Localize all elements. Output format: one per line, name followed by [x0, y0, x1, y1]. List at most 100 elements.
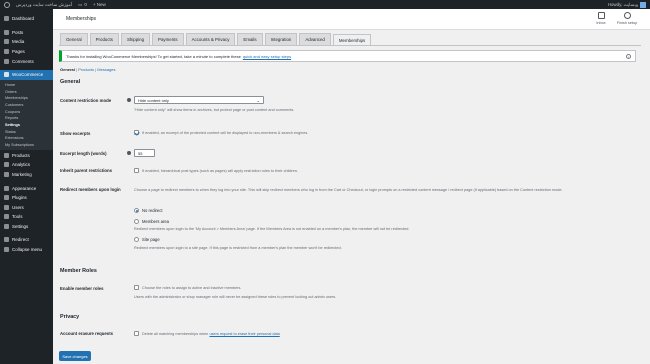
sidebar-item-settings[interactable]: Settings	[0, 222, 53, 232]
tab-integration[interactable]: Integration	[264, 33, 298, 45]
sidebar-item-label: Pages	[12, 49, 25, 55]
site-name-link[interactable]: آموزش ساخت سایت وردپرس	[16, 2, 72, 8]
tab-payments[interactable]: Payments	[152, 33, 184, 45]
members-area-radio[interactable]	[134, 219, 139, 225]
redirect-option-site-page: Site page	[134, 237, 160, 243]
comment-icon	[4, 58, 9, 64]
tab-accounts-privacy[interactable]: Accounts & Privacy	[185, 33, 236, 45]
inbox-icon	[597, 12, 605, 19]
howdy-text: Howdy, وبسایت	[607, 1, 638, 7]
sidebar-item-appearance[interactable]: Appearance	[0, 183, 53, 193]
redirect-option-none: No redirect	[134, 208, 163, 214]
restriction-mode-description: "Hide content only" will show items in a…	[134, 108, 295, 112]
sidebar-item-label: Appearance	[12, 185, 37, 191]
members-area-description: Redirect members upon login to the 'My A…	[134, 227, 410, 231]
submenu-item-reports[interactable]: Reports	[0, 115, 53, 122]
submenu-item-status[interactable]: Status	[0, 128, 53, 135]
tab-emails[interactable]: Emails	[237, 33, 263, 45]
sidebar-item-pages[interactable]: Pages	[0, 47, 53, 57]
submenu-item-memberships[interactable]: Memberships	[0, 95, 53, 102]
restriction-mode-label: Content restriction mode	[60, 98, 112, 103]
erase-personal-data-link[interactable]: users request to erase their personal da…	[209, 332, 279, 336]
woocommerce-submenu: Home Orders Memberships Customers Coupon…	[0, 79, 53, 151]
finish-setup-button[interactable]: Finish setup	[615, 12, 639, 25]
show-excerpts-checkbox[interactable]	[134, 130, 139, 136]
pin-icon	[4, 29, 9, 35]
show-excerpts-label: Show excerpts	[60, 131, 91, 136]
page-title: Memberships	[66, 16, 97, 22]
sidebar-item-label: Posts	[12, 29, 24, 35]
chevron-down-icon: ⌄	[256, 98, 260, 103]
dismiss-notice-icon[interactable]: ×	[626, 54, 631, 59]
sidebar-item-label: Analytics	[12, 162, 31, 168]
help-tip-icon[interactable]	[127, 98, 131, 102]
submenu-item-orders[interactable]: Orders	[0, 88, 53, 95]
sidebar-item-analytics[interactable]: Analytics	[0, 160, 53, 170]
save-changes-button[interactable]: Save changes	[59, 351, 91, 361]
page-icon	[4, 49, 9, 55]
sidebar-item-redirect[interactable]: Redirect	[0, 235, 53, 245]
sidebar-item-products[interactable]: Products	[0, 150, 53, 160]
restriction-mode-select[interactable]: Hide content only ⌄	[134, 96, 264, 104]
excerpt-length-label: Excerpt length (words)	[60, 151, 107, 156]
wordpress-logo-icon[interactable]	[4, 1, 10, 8]
section-heading-privacy: Privacy	[60, 314, 80, 320]
setup-steps-link[interactable]: quick and easy setup steps	[243, 54, 291, 59]
tab-shipping[interactable]: Shipping	[120, 33, 151, 45]
wrench-icon	[4, 214, 9, 220]
sidebar-item-marketing[interactable]: Marketing	[0, 170, 53, 180]
inbox-button[interactable]: Inbox	[589, 12, 613, 25]
submenu-item-my-subscriptions[interactable]: My Subscriptions	[0, 142, 53, 149]
sidebar-item-users[interactable]: Users	[0, 202, 53, 212]
sidebar-item-label: Plugins	[12, 195, 27, 201]
subnav-products[interactable]: Products	[78, 67, 94, 72]
enable-roles-checkbox[interactable]	[134, 285, 139, 291]
sidebar-item-label: Comments	[12, 58, 34, 64]
submenu-item-home[interactable]: Home	[0, 82, 53, 89]
sidebar-item-dashboard[interactable]: Dashboard	[0, 14, 53, 24]
inherit-restrictions-field: If enabled, hierarchical post types (suc…	[134, 168, 298, 174]
no-redirect-radio[interactable]	[134, 208, 139, 214]
erasure-requests-checkbox[interactable]	[134, 331, 139, 337]
comments-link[interactable]: ▭ 0	[78, 2, 87, 8]
sidebar-item-posts[interactable]: Posts	[0, 28, 53, 38]
account-menu[interactable]: Howdy, وبسایت	[607, 1, 646, 8]
collapse-menu-button[interactable]: Collapse menu	[0, 245, 53, 255]
inherit-restrictions-text: If enabled, hierarchical post types (suc…	[142, 169, 298, 173]
comment-icon: ▭	[78, 1, 83, 7]
submenu-item-settings[interactable]: Settings	[0, 122, 53, 129]
tab-products[interactable]: Products	[89, 33, 119, 45]
sidebar-item-media[interactable]: Media	[0, 37, 53, 47]
setup-notice: Thanks for installing WooCommerce Member…	[59, 50, 636, 62]
no-redirect-label: No redirect	[142, 208, 163, 213]
sidebar-item-tools[interactable]: Tools	[0, 212, 53, 222]
help-tip-icon[interactable]	[127, 151, 131, 155]
sidebar-item-plugins[interactable]: Plugins	[0, 193, 53, 203]
subnav-general[interactable]: General	[60, 67, 75, 72]
comments-count: 0	[84, 2, 87, 7]
site-page-radio[interactable]	[134, 237, 139, 243]
dashboard-icon	[4, 16, 9, 22]
sidebar-item-label: Collapse menu	[12, 247, 43, 253]
sidebar-item-woocommerce[interactable]: WooCommerce	[0, 69, 53, 80]
section-subnav: General | Products | Messages	[60, 67, 116, 72]
erasure-requests-field: Delete all matching memberships when use…	[134, 331, 280, 337]
new-content-link[interactable]: + New	[93, 2, 106, 7]
archive-icon	[4, 152, 9, 158]
tab-advanced[interactable]: Advanced	[299, 33, 331, 45]
inherit-restrictions-label: Inherit parent restrictions	[60, 168, 113, 173]
inbox-label: Inbox	[596, 21, 606, 25]
subnav-messages[interactable]: Messages	[97, 67, 115, 72]
notice-text: Thanks for installing WooCommerce Member…	[66, 53, 241, 59]
media-icon	[4, 39, 9, 45]
submenu-item-extensions[interactable]: Extensions	[0, 135, 53, 142]
submenu-item-coupons[interactable]: Coupons	[0, 108, 53, 115]
tab-general[interactable]: General	[60, 33, 88, 45]
settings-icon	[4, 223, 9, 229]
inherit-restrictions-checkbox[interactable]	[134, 168, 139, 174]
excerpt-length-input[interactable]: 55	[134, 149, 155, 157]
sidebar-item-label: Tools	[12, 214, 23, 220]
submenu-item-customers[interactable]: Customers	[0, 102, 53, 109]
sidebar-item-comments[interactable]: Comments	[0, 56, 53, 66]
site-page-label: Site page	[142, 237, 160, 242]
